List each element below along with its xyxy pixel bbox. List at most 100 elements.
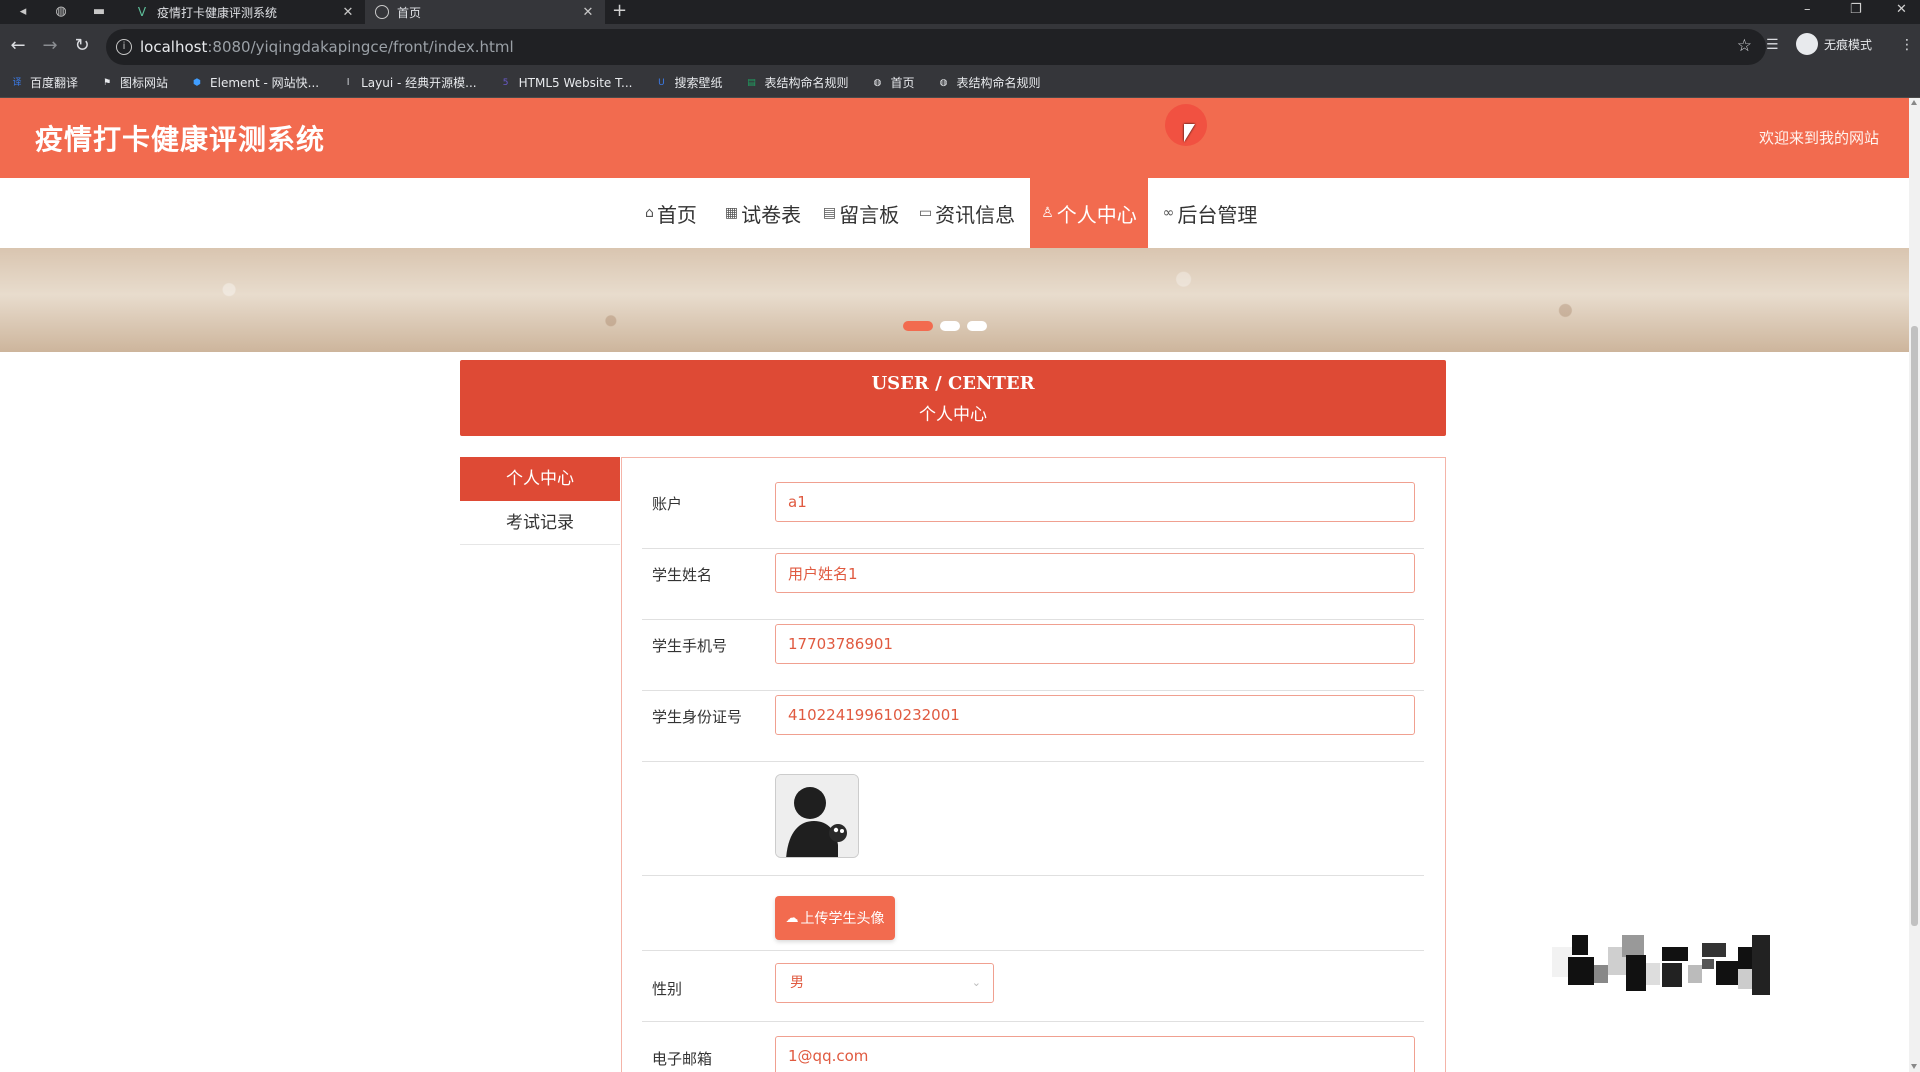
scroll-down-icon[interactable] <box>1911 1064 1917 1069</box>
bookmark-item[interactable]: 译百度翻译 <box>10 74 78 91</box>
globe-icon: o <box>375 5 389 19</box>
nav-label: 资讯信息 <box>935 202 1016 227</box>
email-input[interactable] <box>775 1036 1415 1072</box>
element-icon: ⬢ <box>193 77 201 88</box>
close-window-icon[interactable]: ✕ <box>1896 2 1907 17</box>
carousel-indicators <box>903 321 994 331</box>
nav-label: 个人中心 <box>1056 202 1137 227</box>
bookmark-item[interactable]: ⬢ Element - 网站快... <box>190 74 319 91</box>
form-row-email: 电子邮箱 <box>642 1022 1424 1072</box>
bookmark-item[interactable]: ◍ 首页 <box>870 74 915 91</box>
bookmark-item[interactable]: l Layui - 经典开源模... <box>341 74 477 91</box>
nav-papers[interactable]: ▦ 试卷表 <box>720 178 806 248</box>
form-row-idcard: 学生身份证号 <box>642 691 1424 762</box>
html5-icon: 5 <box>502 77 509 88</box>
nav-message-board[interactable]: ▤ 留言板 <box>818 178 904 248</box>
scrollbar-thumb[interactable] <box>1911 326 1918 926</box>
bookmark-label: HTML5 Website T... <box>518 75 633 90</box>
gender-select[interactable]: 男 ⌄ <box>775 963 994 1003</box>
browser-toolbar: ← → ↻ i localhost:8080/yiqingdakapingce/… <box>0 24 1920 68</box>
cloud-upload-icon: ☁ <box>785 910 799 926</box>
forward-icon[interactable]: → <box>40 36 60 56</box>
minimize-icon[interactable]: – <box>1804 2 1811 17</box>
name-input[interactable] <box>775 553 1415 593</box>
page-scrollbar[interactable] <box>1909 98 1920 1072</box>
new-tab-icon[interactable]: + <box>612 1 627 21</box>
grid-icon: ▦ <box>724 205 739 221</box>
nav-home[interactable]: ⌂ 首页 <box>640 178 702 248</box>
nav-news[interactable]: ▭ 资讯信息 <box>914 178 1020 248</box>
form-row-name: 学生姓名 <box>642 549 1424 620</box>
name-label: 学生姓名 <box>652 566 713 584</box>
scroll-up-icon[interactable] <box>1911 100 1917 105</box>
browser-tabstrip: ◂ ◍ ▬ V 疫情打卡健康评测系统 ✕ o 首页 ✕ + – ❐ ✕ <box>0 0 1920 24</box>
bookmark-item[interactable]: ▤ 表结构命名规则 <box>744 74 848 91</box>
idcard-input[interactable] <box>775 695 1415 735</box>
nav-label: 首页 <box>656 202 697 227</box>
address-bar[interactable]: i localhost:8080/yiqingdakapingce/front/… <box>106 29 1766 65</box>
form-row-avatar <box>642 762 1424 876</box>
site-title: 疫情打卡健康评测系统 <box>35 123 326 156</box>
bookmark-label: 表结构命名规则 <box>764 76 849 90</box>
carousel-dot-2[interactable] <box>940 321 960 331</box>
incognito-profile[interactable]: 无痕模式 <box>1796 33 1872 55</box>
close-tab-icon[interactable]: ✕ <box>581 5 595 20</box>
phone-label: 学生手机号 <box>652 637 728 655</box>
layui-icon: l <box>346 77 350 88</box>
carousel-dot-3[interactable] <box>967 321 987 331</box>
browser-tab-home[interactable]: o 首页 ✕ <box>365 0 605 24</box>
bookmark-label: 表结构命名规则 <box>956 76 1041 90</box>
close-tab-icon[interactable]: ✕ <box>341 5 355 20</box>
avatar[interactable] <box>775 774 859 858</box>
bookmark-item[interactable]: 5 HTML5 Website T... <box>499 76 633 90</box>
nav-label: 试卷表 <box>741 202 802 227</box>
home-icon: ⌂ <box>645 205 654 221</box>
bookmarks-bar: 译百度翻译 ⚑ 图标网站 ⬢ Element - 网站快... l Layui - 经典开源… <box>0 68 1920 98</box>
bookmark-star-icon[interactable]: ☆ <box>1737 36 1752 56</box>
upload-label: 上传学生头像 <box>800 911 885 927</box>
site-header: 疫情打卡健康评测系统 欢迎来到我的网站 <box>0 98 1909 178</box>
form-row-gender: 性别 男 ⌄ <box>642 951 1424 1022</box>
side-item-user-center[interactable]: 个人中心 <box>460 457 620 501</box>
nav-admin[interactable]: ∞ 后台管理 <box>1158 178 1262 248</box>
url-path: :8080/yiqingdakapingce/front/index.html <box>207 38 514 56</box>
bookmark-label: 搜索壁纸 <box>674 76 723 90</box>
globe-icon: ◍ <box>939 77 948 88</box>
bookmark-item[interactable]: ◍ 表结构命名规则 <box>937 74 1041 91</box>
url-text[interactable]: localhost:8080/yiqingdakapingce/front/in… <box>140 38 514 56</box>
banner-carousel <box>0 248 1909 352</box>
menu-kebab-icon[interactable]: ⋮ <box>1900 37 1914 53</box>
bookmark-label: 首页 <box>890 76 915 90</box>
incognito-icon <box>1796 33 1818 55</box>
flag-icon: ⚑ <box>102 77 112 88</box>
phone-input[interactable] <box>775 624 1415 664</box>
back-icon[interactable]: ← <box>8 36 28 56</box>
bookmark-label: Element - 网站快... <box>210 76 320 90</box>
restore-icon[interactable]: ❐ <box>1850 2 1862 17</box>
carousel-dot-1[interactable] <box>903 321 933 331</box>
tab-search-icon[interactable]: ☰ <box>1766 37 1779 53</box>
tab-title: 首页 <box>397 5 422 20</box>
reload-icon[interactable]: ↻ <box>72 36 92 56</box>
nav-user-center[interactable]: ♙ 个人中心 <box>1030 178 1148 248</box>
browser-tab-system[interactable]: V 疫情打卡健康评测系统 ✕ <box>125 0 365 24</box>
bookmark-label: Layui - 经典开源模... <box>361 76 477 90</box>
message-icon: ▤ <box>822 205 837 221</box>
account-input[interactable] <box>775 482 1415 522</box>
window-icon[interactable]: ▬ <box>90 3 108 21</box>
sheet-icon: ▤ <box>747 77 756 88</box>
avatar-silhouette-icon <box>776 775 858 857</box>
site-info-icon[interactable]: i <box>116 39 132 55</box>
speaker-icon[interactable]: ◂ <box>14 3 32 21</box>
bookmark-item[interactable]: ⚑ 图标网站 <box>100 74 168 91</box>
nav-label: 后台管理 <box>1177 202 1258 227</box>
gender-label: 性别 <box>652 980 683 998</box>
bookmark-item[interactable]: U 搜索壁纸 <box>654 74 722 91</box>
side-item-exam-records[interactable]: 考试记录 <box>460 501 620 545</box>
upload-avatar-button[interactable]: ☁ 上传学生头像 <box>775 896 895 940</box>
profile-form: 账户 学生姓名 学生手机号 学生身份证号 <box>621 457 1446 1072</box>
pixelated-watermark <box>1552 935 1770 995</box>
globe-icon[interactable]: ◍ <box>52 3 70 21</box>
nav-label: 留言板 <box>839 202 900 227</box>
user-side-menu: 个人中心 考试记录 <box>460 457 620 545</box>
